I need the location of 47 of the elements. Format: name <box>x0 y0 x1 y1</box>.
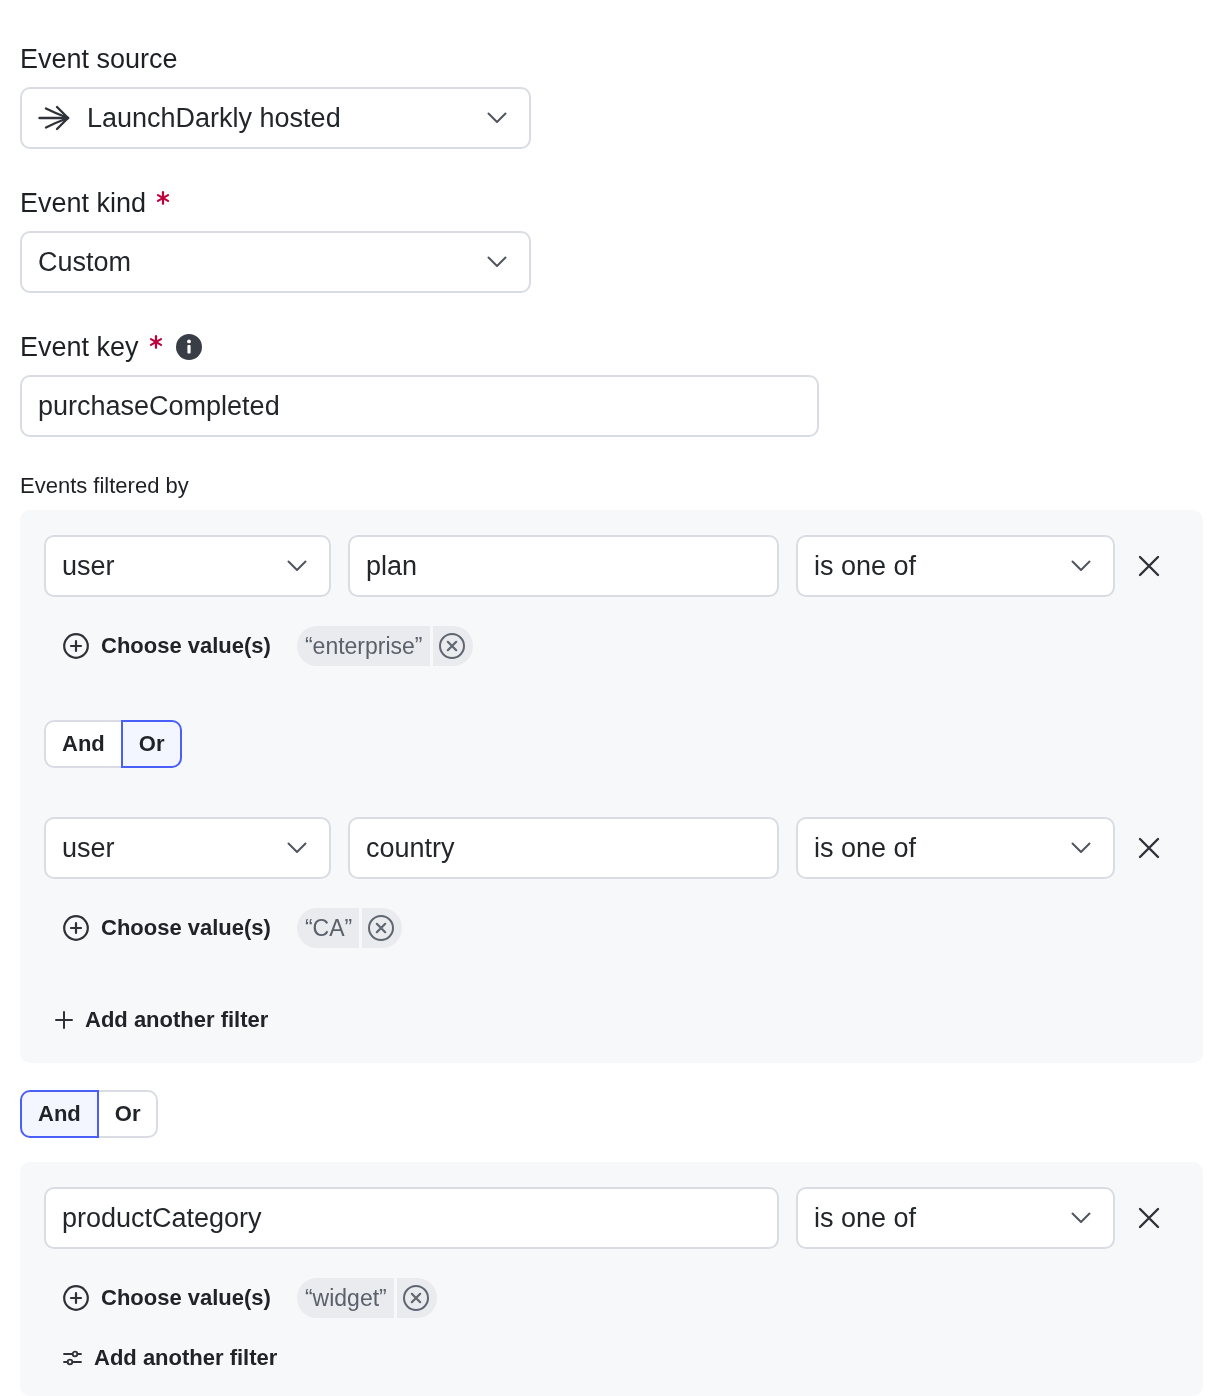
circle-x-icon[interactable] <box>362 908 403 948</box>
info-icon[interactable] <box>175 334 202 360</box>
chevron-down-icon <box>287 842 307 854</box>
chevron-down-icon <box>1071 560 1091 572</box>
plus-circle-icon <box>63 633 89 659</box>
operator-dropdown[interactable]: is one of <box>796 817 1115 879</box>
plus-circle-icon <box>63 1285 89 1311</box>
event-key-field[interactable]: purchaseCompleted <box>20 375 819 437</box>
field-label: Event source <box>20 43 178 75</box>
plus-circle-icon <box>63 915 89 941</box>
segmented-option[interactable]: Or <box>96 1090 159 1138</box>
attribute-field[interactable]: plan <box>348 535 779 597</box>
close-icon[interactable] <box>1138 555 1160 577</box>
event-kind-dropdown[interactable]: Custom <box>20 231 531 293</box>
field-label: Event kind <box>20 187 147 219</box>
chevron-down-icon <box>1071 842 1091 854</box>
context-dropdown[interactable]: user <box>44 535 331 597</box>
event-source-dropdown[interactable]: LaunchDarkly hosted <box>20 87 531 149</box>
segmented-option[interactable]: Or <box>120 720 183 768</box>
context-dropdown[interactable]: user <box>44 817 331 879</box>
arrow-icon <box>38 104 70 132</box>
close-icon[interactable] <box>1138 1207 1160 1229</box>
value-tag: “enterprise” <box>296 626 430 666</box>
chevron-down-icon <box>1071 1212 1091 1224</box>
choose-values-button[interactable]: Choose value(s) <box>63 632 271 660</box>
field-label: Event key <box>20 331 139 363</box>
value-tag: “widget” <box>296 1278 394 1318</box>
circle-x-icon[interactable] <box>396 1278 437 1318</box>
operator-dropdown[interactable]: is one of <box>796 535 1115 597</box>
circle-x-icon[interactable] <box>432 626 473 666</box>
add-filter-button[interactable]: Add another filter <box>55 1006 269 1034</box>
chevron-down-icon <box>287 560 307 572</box>
close-icon[interactable] <box>1138 837 1160 859</box>
attribute-field[interactable]: country <box>348 817 779 879</box>
segmented-option[interactable]: And <box>20 1090 99 1138</box>
operator-dropdown[interactable]: is one of <box>796 1187 1115 1249</box>
add-filter-button[interactable]: Add another filter <box>63 1344 278 1372</box>
segmented-option[interactable]: And <box>44 720 123 768</box>
chevron-down-icon <box>487 112 507 124</box>
chevron-down-icon <box>487 256 507 268</box>
sliders-icon <box>63 1350 82 1366</box>
section-label: Events filtered by <box>20 472 189 500</box>
choose-values-button[interactable]: Choose value(s) <box>63 1284 271 1312</box>
attribute-field[interactable]: productCategory <box>44 1187 779 1249</box>
value-tag: “CA” <box>296 908 360 948</box>
plus-icon <box>55 1011 73 1029</box>
choose-values-button[interactable]: Choose value(s) <box>63 914 271 942</box>
